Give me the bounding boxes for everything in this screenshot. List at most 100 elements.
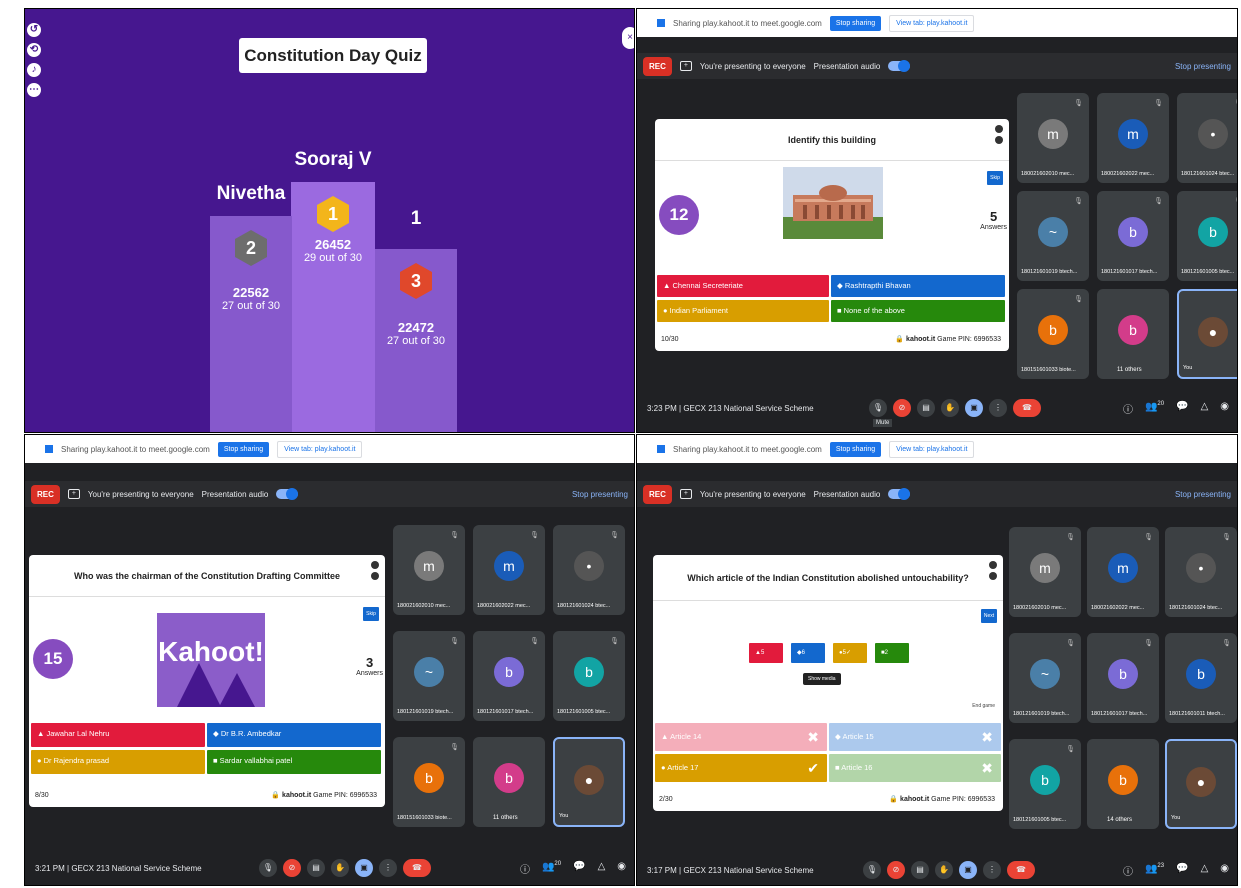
participant-tile[interactable]: 🎙 b 180121601005 btec... bbox=[1177, 191, 1237, 281]
stage-menu-icon[interactable] bbox=[989, 561, 997, 580]
next-button[interactable]: Next bbox=[981, 609, 997, 623]
stop-sharing-button[interactable]: Stop sharing bbox=[829, 441, 882, 457]
captions-icon[interactable]: ▤ bbox=[911, 861, 929, 879]
present-now-icon[interactable]: ▣ bbox=[355, 859, 373, 877]
participant-tile[interactable]: 🎙 m 180021602022 mec... bbox=[1097, 93, 1169, 183]
chat-icon[interactable]: 💬 bbox=[1176, 863, 1188, 878]
avatar: b bbox=[1030, 765, 1060, 795]
participant-tile[interactable]: 🎙 • 180121601024 btec... bbox=[1177, 93, 1237, 183]
self-tile[interactable]: ● You bbox=[1177, 289, 1237, 379]
avatar: m bbox=[1118, 119, 1148, 149]
raise-hand-icon[interactable]: ✋ bbox=[331, 859, 349, 877]
skip-button[interactable]: Skip bbox=[363, 607, 379, 621]
self-tile[interactable]: ● You bbox=[1165, 739, 1237, 829]
present-now-icon[interactable]: ▣ bbox=[959, 861, 977, 879]
captions-icon[interactable]: ▤ bbox=[307, 859, 325, 877]
sound-icon[interactable]: ♪ bbox=[27, 63, 41, 77]
participant-tile[interactable]: 🎙 • 180121601024 btec... bbox=[1165, 527, 1237, 617]
participant-tile[interactable]: 🎙 ~180121601019 btech... bbox=[1017, 191, 1089, 281]
host-controls-icon[interactable]: ◉ bbox=[1220, 401, 1229, 416]
host-controls-icon[interactable]: ◉ bbox=[1220, 863, 1229, 878]
chat-icon[interactable]: 💬 bbox=[573, 861, 585, 876]
chat-icon[interactable]: 💬 bbox=[1176, 401, 1188, 416]
participant-tile[interactable]: 🎙 b 180121601005 btec... bbox=[553, 631, 625, 721]
leave-call-icon[interactable]: ☎ bbox=[1013, 399, 1041, 417]
activities-icon[interactable]: △ bbox=[1201, 401, 1209, 416]
share-icon[interactable]: ⋯ bbox=[27, 83, 41, 97]
camera-off-icon[interactable]: ⊘ bbox=[893, 399, 911, 417]
participant-tile[interactable]: 🎙 b 180121601005 btec... bbox=[1009, 739, 1081, 829]
others-tile[interactable]: b 14 others bbox=[1087, 739, 1159, 829]
participant-tile[interactable]: 🎙 b 180151601033 biote... bbox=[393, 737, 465, 827]
participant-tile[interactable]: 🎙 b 180121601017 btech... bbox=[1087, 633, 1159, 723]
mic-icon[interactable]: 🎙 bbox=[869, 399, 887, 417]
mic-icon[interactable]: 🎙 bbox=[863, 861, 881, 879]
participant-tile[interactable]: 🎙 b 180151601033 biote... bbox=[1017, 289, 1089, 379]
activities-icon[interactable]: △ bbox=[1201, 863, 1209, 878]
more-options-icon[interactable]: ⋮ bbox=[983, 861, 1001, 879]
stop-presenting-button[interactable]: Stop presenting bbox=[1175, 490, 1231, 499]
stage-menu-icon[interactable] bbox=[995, 125, 1003, 144]
participant-tile[interactable]: 🎙 b 180121601017 btech... bbox=[1097, 191, 1169, 281]
participant-tile[interactable]: 🎙 ~180121601019 btech... bbox=[1009, 633, 1081, 723]
info-icon[interactable]: ⓘ bbox=[1123, 863, 1133, 878]
participant-tile[interactable]: 🎙 m 180021602010 mec... bbox=[393, 525, 465, 615]
present-now-icon[interactable]: ▣ bbox=[965, 399, 983, 417]
stage-menu-icon[interactable] bbox=[371, 561, 379, 580]
present-icon: + bbox=[67, 489, 80, 499]
restart-icon[interactable]: ⟲ bbox=[27, 43, 41, 57]
participant-tile[interactable]: 🎙 m 180021602010 mec... bbox=[1009, 527, 1081, 617]
view-tab-button[interactable]: View tab: play.kahoot.it bbox=[277, 440, 363, 458]
avatar: ● bbox=[1198, 317, 1228, 347]
participant-tile[interactable]: 🎙 m 180021602022 mec... bbox=[473, 525, 545, 615]
second-place-score: 22562 bbox=[232, 285, 270, 300]
captions-icon[interactable]: ▤ bbox=[917, 399, 935, 417]
presentation-audio-toggle[interactable] bbox=[888, 60, 911, 72]
option-circle: ● Indian Parliament bbox=[657, 300, 829, 322]
presentation-audio-toggle[interactable] bbox=[276, 488, 299, 500]
stop-sharing-button[interactable]: Stop sharing bbox=[217, 441, 270, 457]
mic-icon[interactable]: 🎙 bbox=[259, 859, 277, 877]
skip-button[interactable]: Skip bbox=[987, 171, 1003, 185]
view-tab-button[interactable]: View tab: play.kahoot.it bbox=[889, 440, 975, 458]
participant-tile[interactable]: 🎙 m 180021602010 mec... bbox=[1017, 93, 1089, 183]
participant-tile[interactable]: 🎙 • 180121601024 btec... bbox=[553, 525, 625, 615]
people-icon[interactable]: 👥20 bbox=[1145, 401, 1164, 416]
raise-hand-icon[interactable]: ✋ bbox=[941, 399, 959, 417]
host-controls-icon[interactable]: ◉ bbox=[617, 861, 626, 876]
presentation-audio-toggle[interactable] bbox=[888, 488, 911, 500]
rec-badge: REC bbox=[31, 484, 60, 504]
option-triangle: ▲ Chennai Secreteriate bbox=[657, 275, 829, 297]
people-icon[interactable]: 👥20 bbox=[542, 861, 561, 876]
more-options-icon[interactable]: ⋮ bbox=[989, 399, 1007, 417]
stop-presenting-button[interactable]: Stop presenting bbox=[1175, 62, 1231, 71]
participant-tile[interactable]: 🎙 m 180021602022 mec... bbox=[1087, 527, 1159, 617]
people-icon[interactable]: 👥23 bbox=[1145, 863, 1164, 878]
others-tile[interactable]: b 11 others bbox=[1097, 289, 1169, 379]
close-icon[interactable]: × bbox=[622, 27, 634, 49]
self-tile[interactable]: ● You bbox=[553, 737, 625, 827]
answers-label: Answers bbox=[980, 224, 1007, 231]
view-tab-button[interactable]: View tab: play.kahoot.it bbox=[889, 14, 975, 32]
participant-tile[interactable]: 🎙 ~180121601019 btech... bbox=[393, 631, 465, 721]
camera-off-icon[interactable]: ⊘ bbox=[283, 859, 301, 877]
exit-icon[interactable]: ↺ bbox=[27, 23, 41, 37]
show-media-button[interactable]: Show media bbox=[803, 673, 841, 685]
leave-call-icon[interactable]: ☎ bbox=[403, 859, 431, 877]
leave-call-icon[interactable]: ☎ bbox=[1007, 861, 1035, 879]
end-game-button[interactable]: End game bbox=[972, 703, 995, 709]
info-icon[interactable]: ⓘ bbox=[1123, 401, 1133, 416]
more-options-icon[interactable]: ⋮ bbox=[379, 859, 397, 877]
activities-icon[interactable]: △ bbox=[598, 861, 606, 876]
info-icon[interactable]: ⓘ bbox=[520, 861, 530, 876]
participant-name: 180151601033 biote... bbox=[397, 815, 452, 821]
camera-off-icon[interactable]: ⊘ bbox=[887, 861, 905, 879]
kahoot-footer: 8/30 🔒 kahoot.it Game PIN: 6996533 bbox=[29, 785, 385, 807]
raise-hand-icon[interactable]: ✋ bbox=[935, 861, 953, 879]
stop-sharing-button[interactable]: Stop sharing bbox=[829, 15, 882, 31]
participant-tile[interactable]: 🎙 b 180121601017 btech... bbox=[473, 631, 545, 721]
others-tile[interactable]: b 11 others bbox=[473, 737, 545, 827]
question-text: Who was the chairman of the Constitution… bbox=[73, 571, 340, 581]
participant-tile[interactable]: 🎙 b 180121601011 btech... bbox=[1165, 633, 1237, 723]
stop-presenting-button[interactable]: Stop presenting bbox=[572, 490, 628, 499]
